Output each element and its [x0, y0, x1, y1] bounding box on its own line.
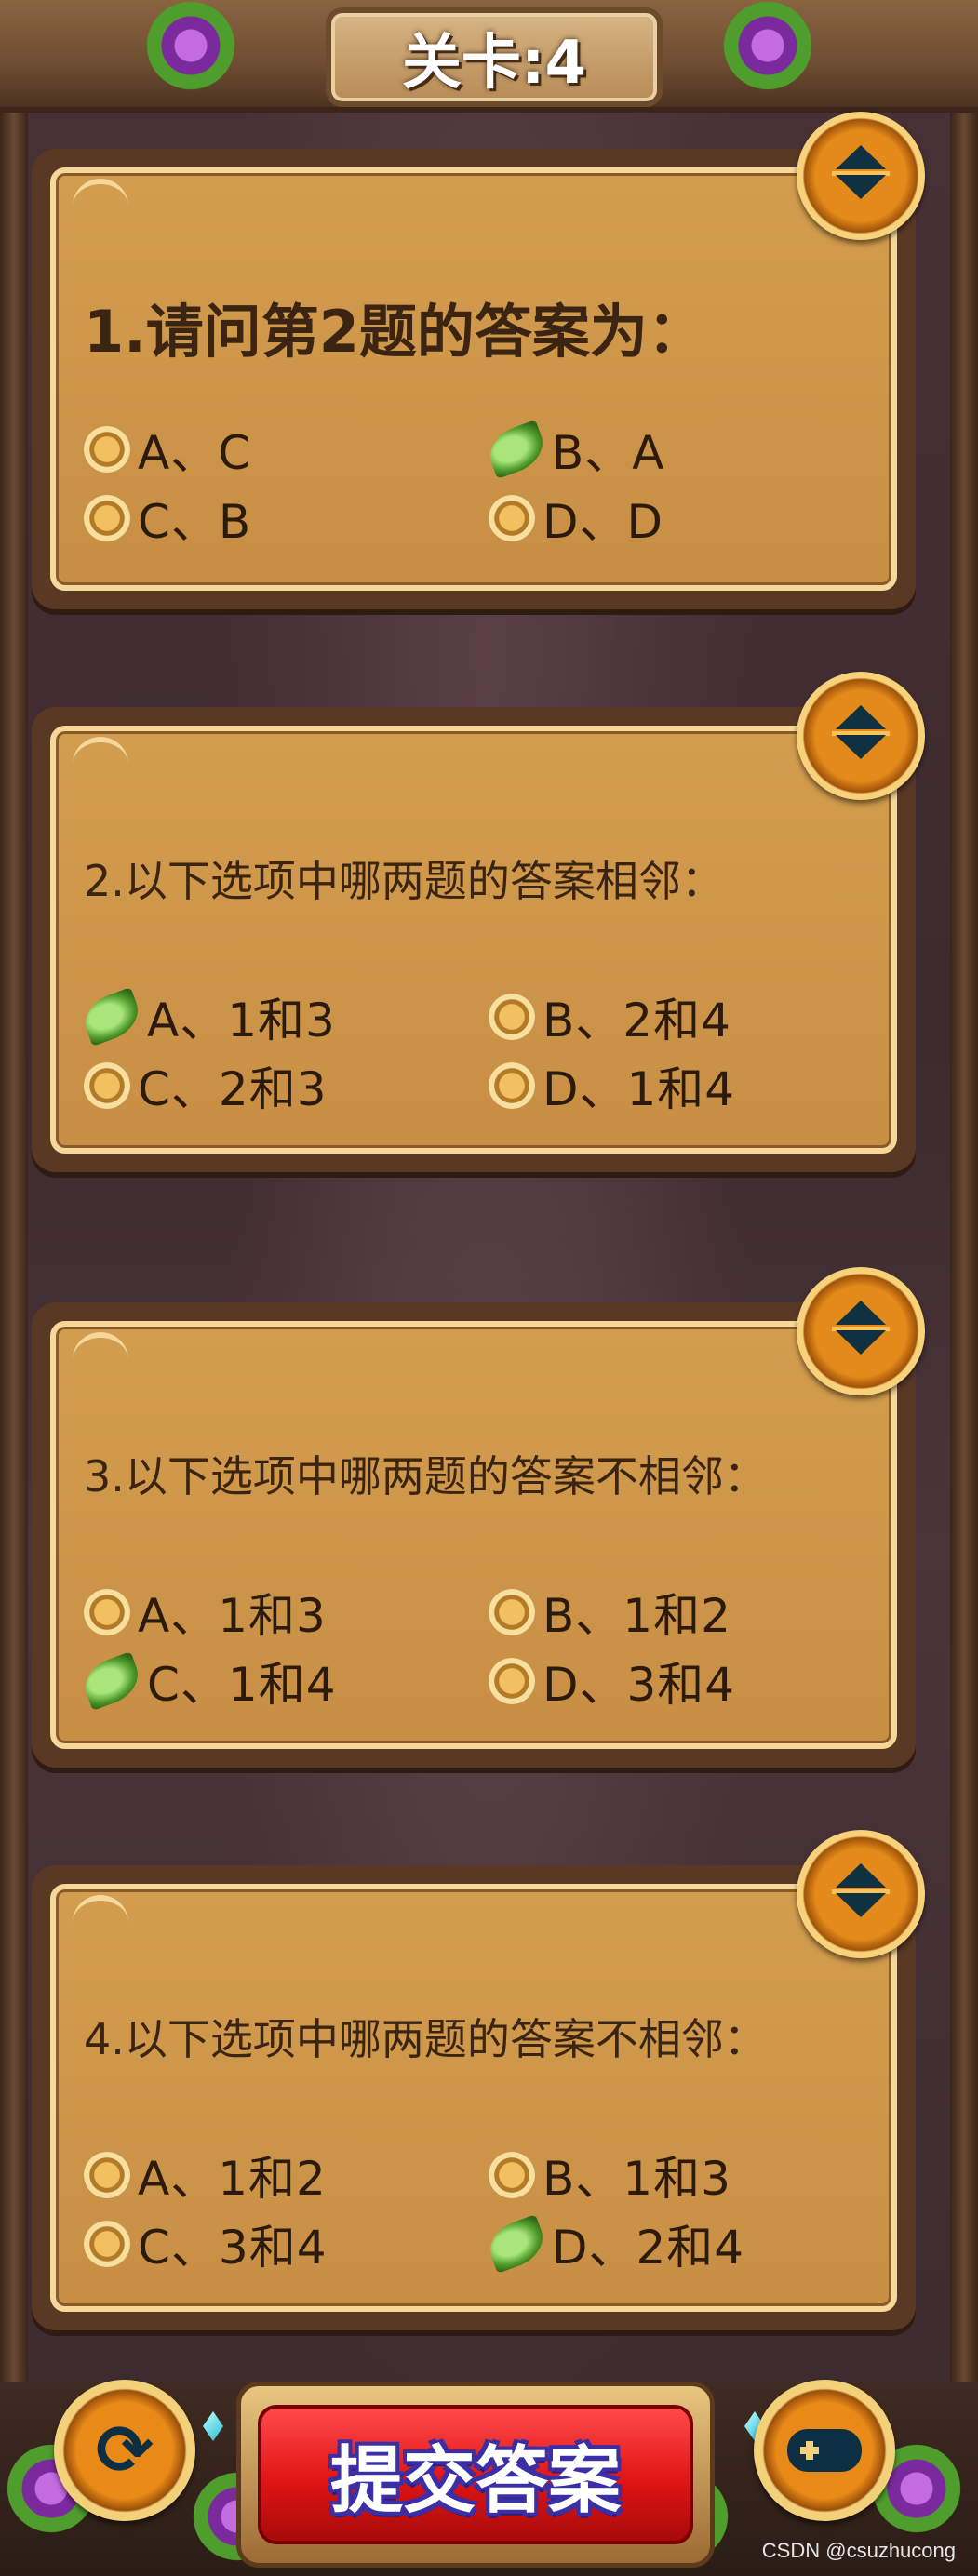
flower-icon [717, 0, 819, 97]
game-menu-button[interactable] [754, 2380, 895, 2521]
radio-icon[interactable] [489, 495, 535, 541]
radio-icon[interactable] [489, 1062, 535, 1109]
option-b[interactable]: B、A [482, 420, 875, 480]
option-d[interactable]: D、2和4 [482, 2214, 875, 2275]
expand-collapse-icon [836, 145, 886, 169]
option-b[interactable]: B、1和3 [489, 2145, 875, 2206]
expand-collapse-icon [836, 705, 886, 729]
options-grid: A、C B、A C、B D、D [84, 420, 875, 549]
option-a[interactable]: A、C [84, 420, 489, 480]
option-b[interactable]: B、1和2 [489, 1582, 875, 1643]
submit-frame: 提交答案 [236, 2382, 715, 2568]
option-label: D、2和4 [552, 2221, 745, 2275]
radio-icon[interactable] [84, 1062, 130, 1109]
radio-icon[interactable] [489, 994, 535, 1040]
question-text: 2.以下选项中哪两题的答案相邻： [84, 856, 724, 906]
flower-icon [140, 0, 242, 97]
leaf-icon[interactable] [77, 1651, 146, 1711]
question-text: 1.请问第2题的答案为： [84, 298, 705, 366]
option-c[interactable]: C、B [84, 488, 489, 549]
option-d[interactable]: D、3和4 [489, 1651, 875, 1712]
option-a[interactable]: A、1和3 [84, 1582, 489, 1643]
option-label: A、1和2 [138, 2152, 327, 2206]
left-frame [0, 93, 28, 2456]
option-label: A、C [138, 426, 252, 480]
expand-collapse-button[interactable] [797, 1830, 925, 1958]
expand-collapse-icon [836, 175, 886, 199]
option-label: D、1和4 [543, 1062, 736, 1116]
expand-collapse-button[interactable] [797, 672, 925, 800]
radio-icon[interactable] [84, 2221, 130, 2267]
option-label: C、B [138, 495, 252, 549]
option-label: A、1和3 [147, 994, 336, 1048]
header-bar: 关卡:4 [0, 0, 978, 113]
options-grid: A、1和2 B、1和3 C、3和4 D、2和4 [84, 2145, 875, 2275]
right-frame [950, 93, 978, 2456]
options-grid: A、1和3 B、2和4 C、2和3 D、1和4 [77, 987, 875, 1116]
options-grid: A、1和3 B、1和2 C、1和4 D、3和4 [77, 1582, 875, 1712]
option-a[interactable]: A、1和3 [77, 987, 489, 1048]
option-label: D、3和4 [543, 1658, 736, 1712]
option-c[interactable]: C、3和4 [84, 2214, 489, 2275]
option-label: B、A [552, 426, 665, 480]
expand-collapse-button[interactable] [797, 1267, 925, 1395]
radio-icon[interactable] [84, 426, 130, 473]
question-card-2: 2.以下选项中哪两题的答案相邻： A、1和3 B、2和4 C、2和3 D、1和4 [32, 672, 925, 1172]
option-label: B、1和3 [543, 2152, 731, 2206]
gamepad-icon [787, 2429, 862, 2472]
watermark: CSDN @csuzhucong [761, 2539, 956, 2562]
card-panel: 4.以下选项中哪两题的答案不相邻： A、1和2 B、1和3 C、3和4 D、2和… [50, 1884, 897, 2312]
refresh-button[interactable]: ⟳ [54, 2380, 195, 2521]
radio-icon[interactable] [489, 1589, 535, 1635]
radio-icon[interactable] [84, 2152, 130, 2198]
option-label: B、2和4 [543, 994, 731, 1048]
level-title: 关卡:4 [401, 28, 587, 98]
expand-collapse-icon [836, 1863, 886, 1888]
radio-icon[interactable] [489, 2152, 535, 2198]
option-label: B、1和2 [543, 1589, 731, 1643]
expand-collapse-icon [836, 1301, 886, 1325]
option-d[interactable]: D、1和4 [489, 1056, 875, 1116]
radio-icon[interactable] [489, 1658, 535, 1704]
option-b[interactable]: B、2和4 [489, 987, 875, 1048]
radio-icon[interactable] [84, 495, 130, 541]
card-panel: 2.以下选项中哪两题的答案相邻： A、1和3 B、2和4 C、2和3 D、1和4 [50, 726, 897, 1154]
card-panel: 1.请问第2题的答案为： A、C B、A C、B D、D [50, 167, 897, 591]
option-d[interactable]: D、D [489, 488, 875, 549]
option-label: C、1和4 [147, 1658, 337, 1712]
option-c[interactable]: C、2和3 [84, 1056, 489, 1116]
radio-icon[interactable] [84, 1589, 130, 1635]
expand-collapse-button[interactable] [797, 112, 925, 240]
leaf-icon[interactable] [482, 2214, 551, 2274]
expand-collapse-icon [836, 735, 886, 759]
leaf-icon[interactable] [482, 420, 551, 479]
level-plaque: 关卡:4 [326, 7, 663, 107]
option-c[interactable]: C、1和4 [77, 1651, 489, 1712]
question-text: 4.以下选项中哪两题的答案不相邻： [84, 2014, 767, 2064]
expand-collapse-icon [836, 1893, 886, 1917]
leaf-icon[interactable] [77, 987, 146, 1047]
question-card-1: 1.请问第2题的答案为： A、C B、A C、B D、D [32, 112, 925, 609]
option-label: A、1和3 [138, 1589, 327, 1643]
question-card-3: 3.以下选项中哪两题的答案不相邻： A、1和3 B、1和2 C、1和4 D、3和… [32, 1267, 925, 1768]
option-label: D、D [543, 495, 664, 549]
refresh-icon: ⟳ [95, 2410, 154, 2490]
card-panel: 3.以下选项中哪两题的答案不相邻： A、1和3 B、1和2 C、1和4 D、3和… [50, 1321, 897, 1749]
option-a[interactable]: A、1和2 [84, 2145, 489, 2206]
submit-button[interactable]: 提交答案 [258, 2405, 693, 2544]
expand-collapse-icon [836, 1330, 886, 1355]
question-text: 3.以下选项中哪两题的答案不相邻： [84, 1451, 767, 1502]
question-card-4: 4.以下选项中哪两题的答案不相邻： A、1和2 B、1和3 C、3和4 D、2和… [32, 1830, 925, 2330]
option-label: C、3和4 [138, 2221, 328, 2275]
submit-label: 提交答案 [329, 2439, 621, 2523]
option-label: C、2和3 [138, 1062, 328, 1116]
